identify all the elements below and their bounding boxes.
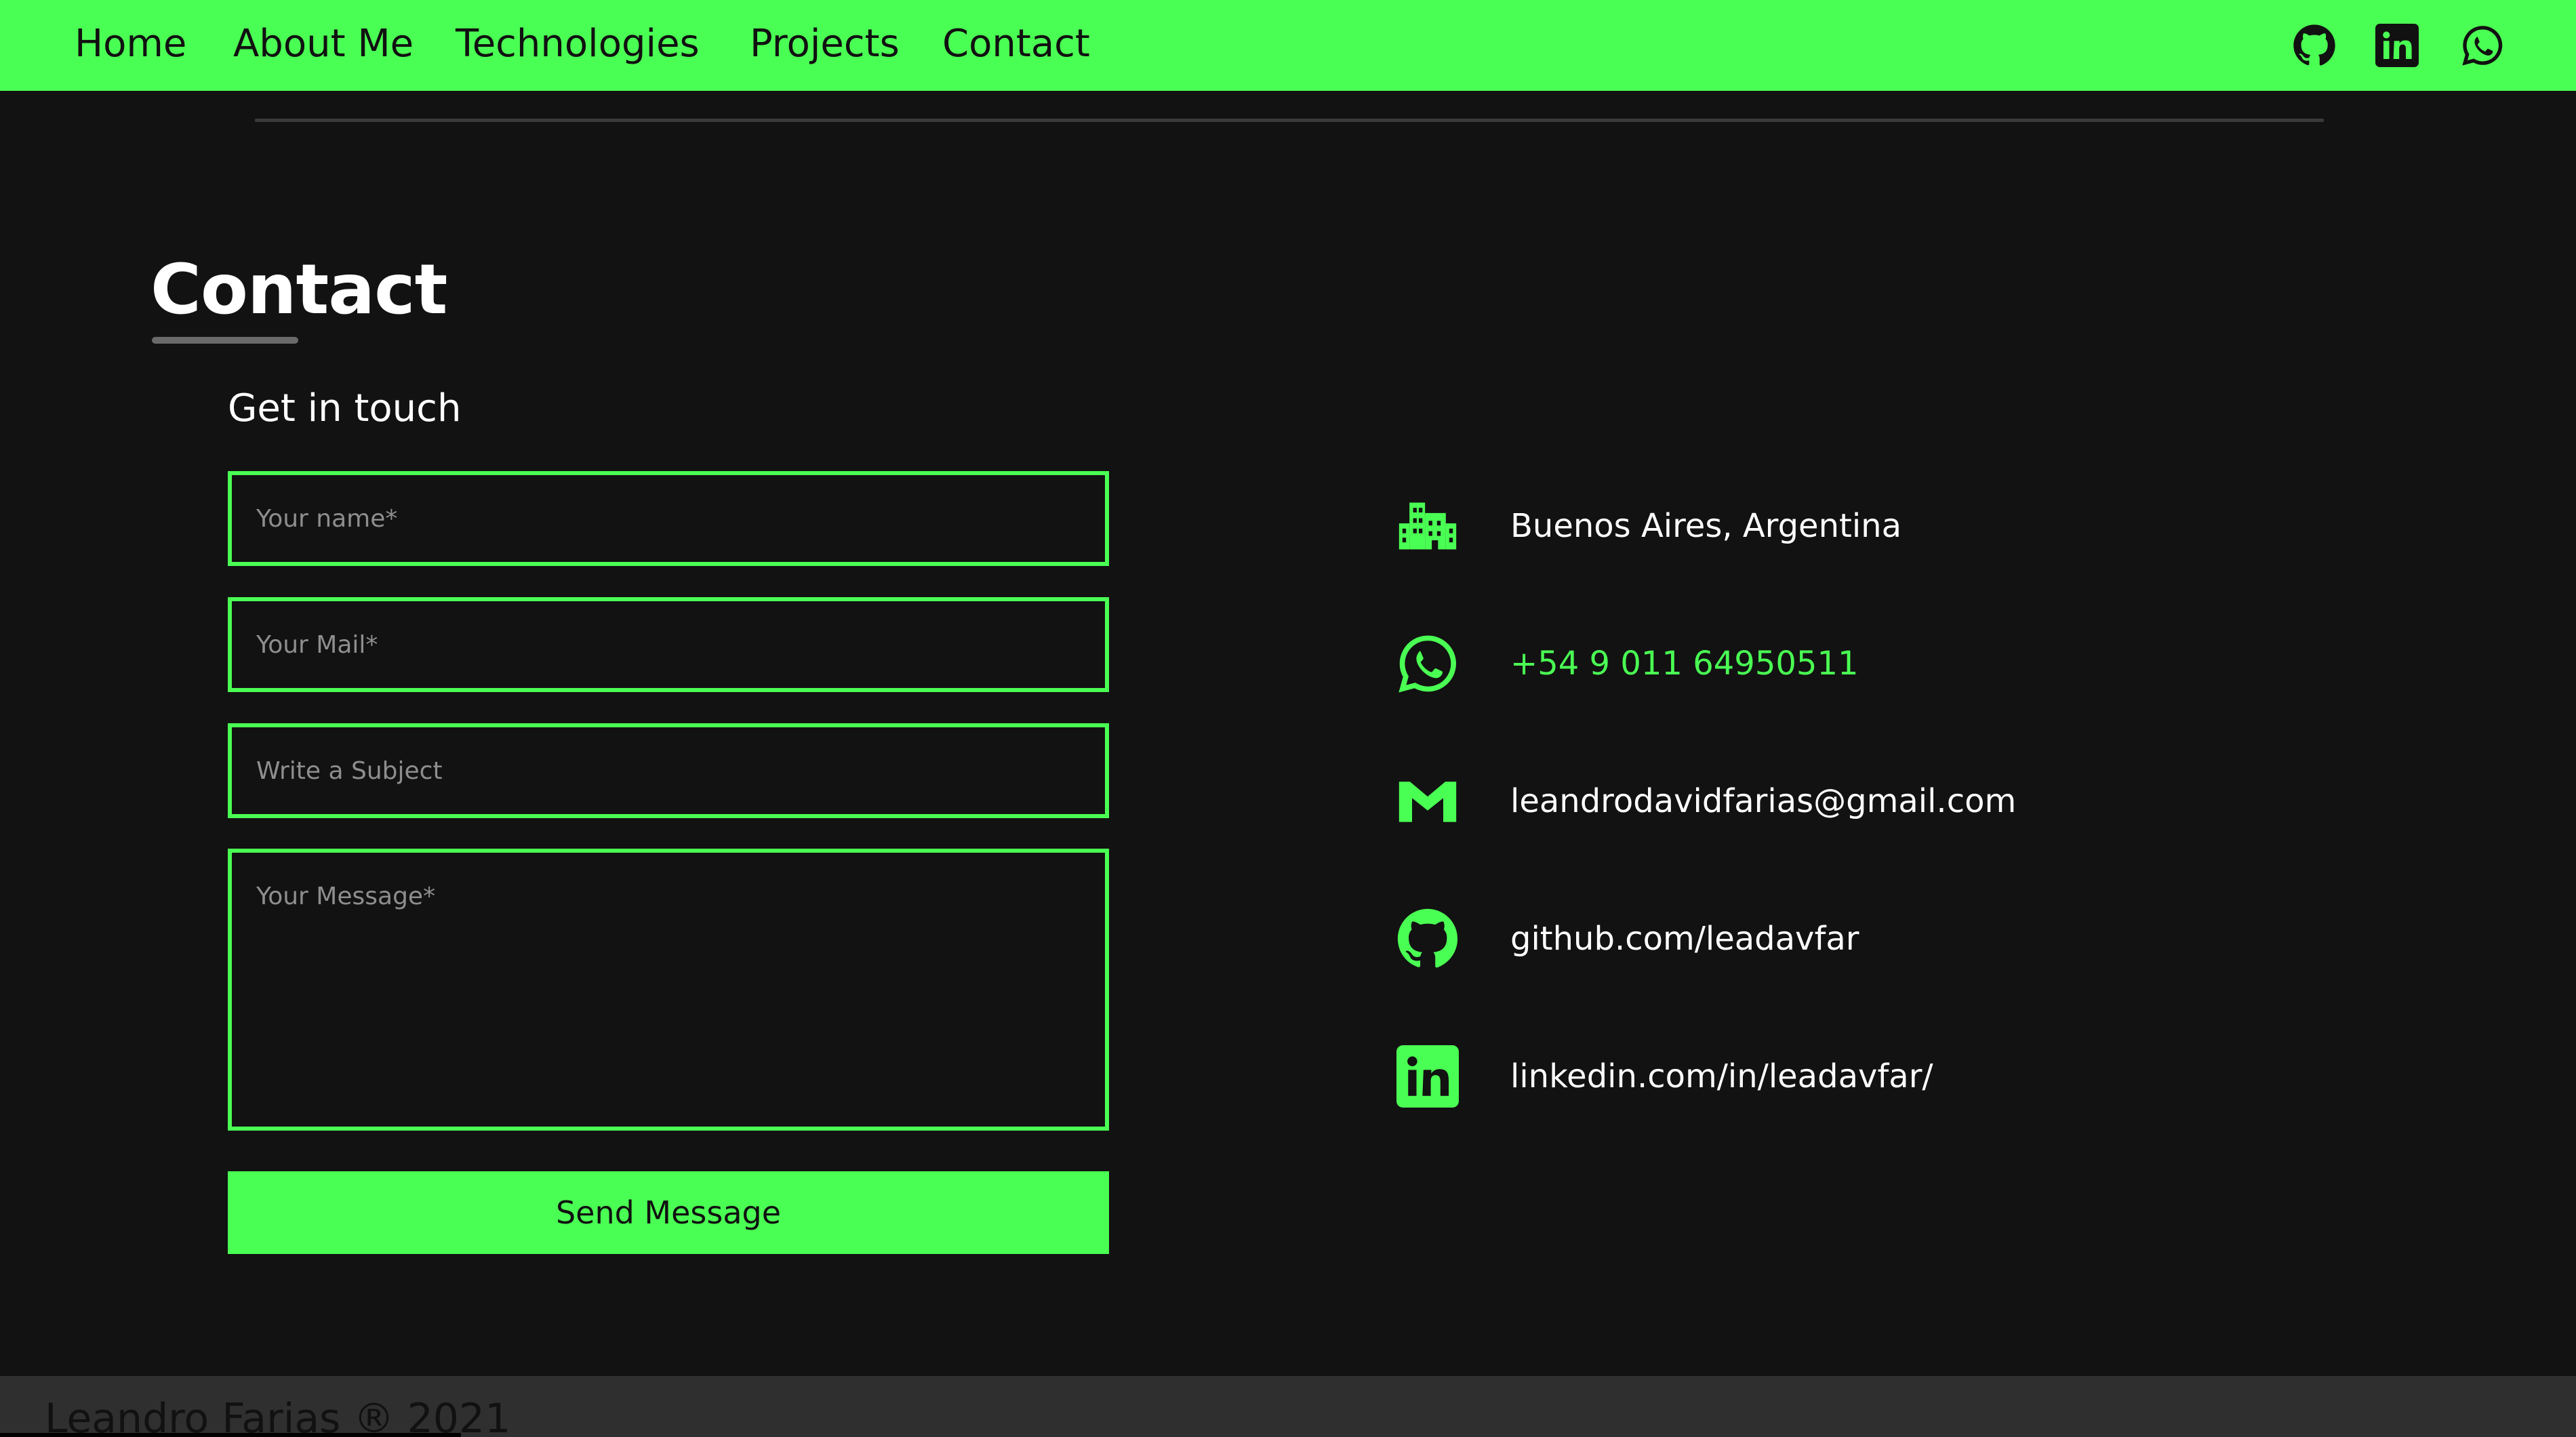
phone-link[interactable]: +54 9 011 64950511	[1510, 630, 1859, 697]
nav-link-home[interactable]: Home	[75, 0, 186, 91]
name-field[interactable]	[228, 471, 1109, 566]
email-field[interactable]	[228, 597, 1109, 692]
github-link[interactable]: github.com/leadavfar	[1510, 905, 1859, 973]
github-icon	[1396, 908, 1459, 970]
github-icon[interactable]	[2293, 24, 2336, 67]
message-field[interactable]	[228, 849, 1109, 1131]
nav-link-technologies[interactable]: Technologies	[456, 0, 700, 91]
whatsapp-icon	[1396, 632, 1459, 695]
email-link[interactable]: leandrodavidfarias@gmail.com	[1510, 767, 2016, 835]
footer: Leandro Farias ® 2021	[0, 1376, 2576, 1437]
footer-bar	[0, 1433, 461, 1437]
linkedin-icon	[1396, 1045, 1459, 1108]
gmail-icon	[1396, 770, 1459, 832]
nav-link-contact[interactable]: Contact	[942, 0, 1090, 91]
nav-link-projects[interactable]: Projects	[750, 0, 900, 91]
nav-link-about-me[interactable]: About Me	[233, 0, 414, 91]
whatsapp-icon[interactable]	[2461, 24, 2504, 67]
location-text: Buenos Aires, Argentina	[1510, 507, 1901, 545]
linkedin-link[interactable]: linkedin.com/in/leadavfar/	[1510, 1043, 1933, 1110]
building-icon	[1396, 495, 1459, 557]
linkedin-icon[interactable]	[2375, 24, 2419, 67]
form-subtitle: Get in touch	[228, 386, 462, 430]
title-underline	[152, 337, 298, 344]
footer-copyright: Leandro Farias ® 2021	[45, 1395, 511, 1437]
navbar: Home About Me Technologies Projects Cont…	[0, 0, 2576, 91]
subject-field[interactable]	[228, 723, 1109, 818]
send-message-button[interactable]: Send Message	[228, 1171, 1109, 1254]
page-title: Contact	[150, 249, 447, 330]
section-divider	[255, 119, 2324, 122]
